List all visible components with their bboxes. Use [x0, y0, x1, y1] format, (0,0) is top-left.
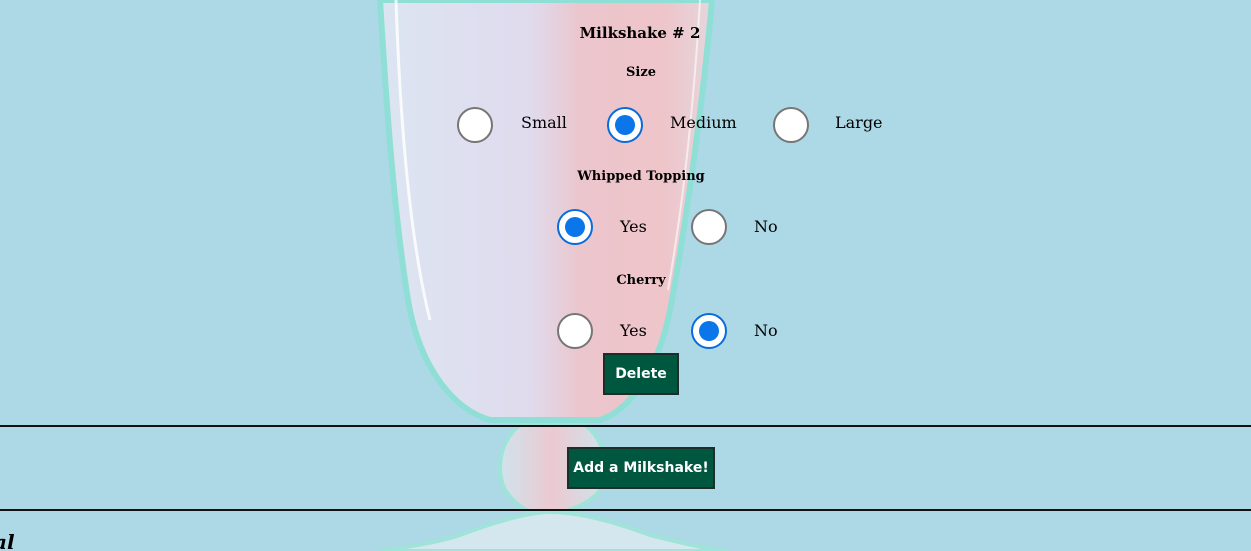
size-large-label: Large	[835, 113, 883, 132]
divider-bottom	[0, 509, 1251, 511]
size-large-radio[interactable]	[773, 107, 809, 143]
whipped-topping-label: Whipped Topping	[577, 169, 705, 184]
cherry-label: Cherry	[616, 273, 666, 288]
size-label: Size	[626, 65, 656, 80]
size-medium-label: Medium	[670, 113, 737, 132]
divider-top	[0, 425, 1251, 427]
size-small-label: Small	[521, 113, 567, 132]
milkshake-title: Milkshake # 2	[579, 24, 701, 42]
whipped-no-label: No	[754, 217, 778, 236]
partial-heading: al	[0, 530, 15, 551]
delete-button[interactable]: Delete	[603, 353, 679, 395]
page: Milkshake # 2 Size Small Medium Large Wh…	[0, 0, 1251, 551]
add-milkshake-button[interactable]: Add a Milkshake!	[567, 447, 715, 489]
cherry-no-radio[interactable]	[691, 313, 727, 349]
cherry-yes-radio[interactable]	[557, 313, 593, 349]
whipped-no-radio[interactable]	[691, 209, 727, 245]
size-small-radio[interactable]	[457, 107, 493, 143]
cherry-yes-label: Yes	[620, 321, 647, 340]
whipped-yes-label: Yes	[620, 217, 647, 236]
whipped-yes-radio[interactable]	[557, 209, 593, 245]
cherry-no-label: No	[754, 321, 778, 340]
size-medium-radio[interactable]	[607, 107, 643, 143]
